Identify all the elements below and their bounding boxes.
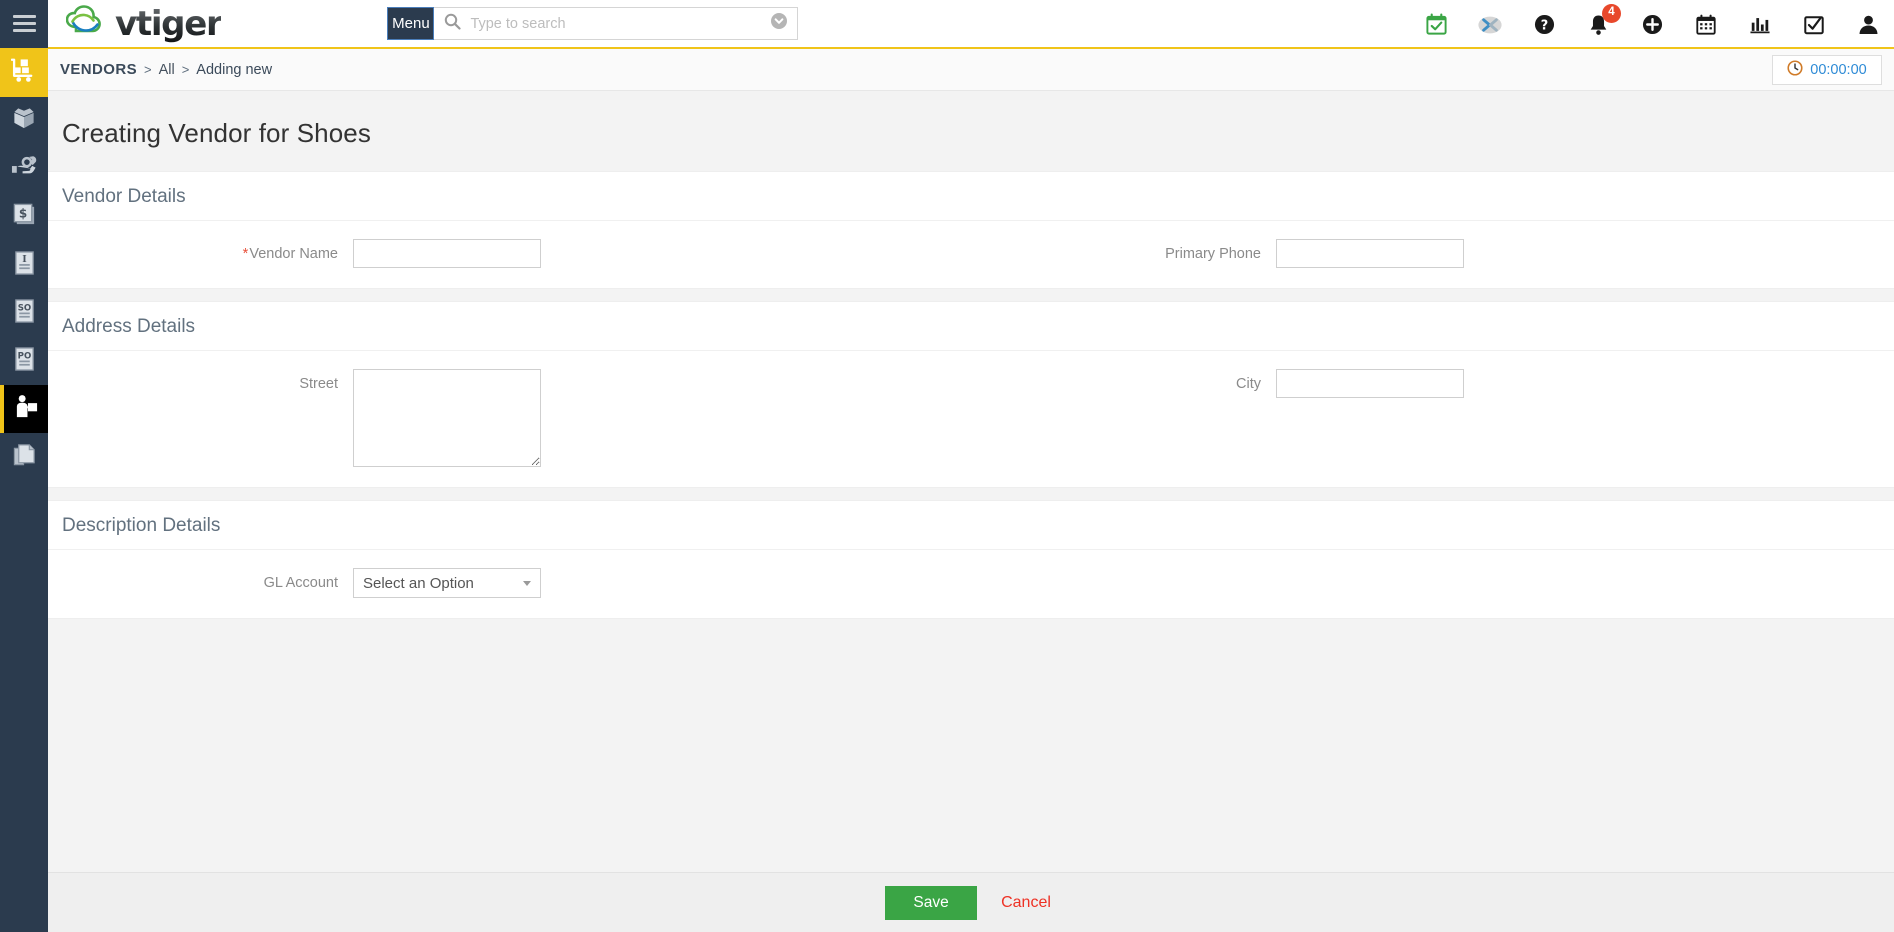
dollar-document-icon: $ — [12, 202, 37, 232]
breadcrumb-view[interactable]: All — [159, 62, 175, 78]
block-body-description-details: GL Account Select an Option — [48, 550, 1894, 618]
hand-wrench-icon — [11, 155, 38, 184]
open-box-icon — [11, 106, 37, 136]
label-street: Street — [299, 376, 338, 392]
svg-text:?: ? — [1540, 18, 1547, 33]
block-header-vendor-details: Vendor Details — [48, 172, 1894, 221]
label-text: Vendor Name — [249, 246, 338, 262]
todo-checkbox-icon[interactable] — [1802, 13, 1826, 37]
breadcrumb: VENDORS > All > Adding new — [60, 61, 272, 78]
breadcrumb-separator-icon: > — [181, 62, 190, 77]
svg-text:$: $ — [18, 206, 26, 220]
vtiger-cloud-logo-icon — [65, 5, 112, 42]
block-body-address-details: Street City — [48, 351, 1894, 487]
svg-text:I: I — [22, 254, 27, 265]
sidebar-item-documents[interactable] — [0, 433, 48, 481]
breadcrumb-module[interactable]: VENDORS — [60, 61, 137, 78]
breadcrumb-current: Adding new — [196, 61, 273, 78]
block-body-vendor-details: *Vendor Name Primary Phone — [48, 221, 1894, 288]
chevron-down-icon — [523, 580, 531, 586]
sidebar-item-vendors[interactable] — [0, 385, 48, 433]
form-row: GL Account Select an Option — [48, 568, 1894, 598]
vtiger-logo-text: vtiger — [115, 3, 223, 44]
form-col-left: *Vendor Name — [48, 239, 971, 268]
documents-icon — [12, 442, 37, 473]
sidebar-item-services[interactable] — [0, 145, 48, 193]
breadcrumb-bar: VENDORS > All > Adding new 00:00:00 — [48, 49, 1894, 91]
top-icon-tray: ? 4 — [1424, 0, 1880, 49]
notifications-bell-icon[interactable]: 4 — [1586, 3, 1621, 37]
primary-phone-input[interactable] — [1276, 239, 1464, 268]
hamburger-bar — [12, 22, 36, 25]
po-document-icon: PO — [13, 346, 36, 377]
calendar-check-icon[interactable] — [1424, 13, 1448, 37]
city-input[interactable] — [1276, 369, 1464, 398]
form-col-right: City — [971, 369, 1894, 467]
search-icon — [444, 13, 462, 35]
label-primary-phone: Primary Phone — [1165, 246, 1261, 262]
sidebar-item-products[interactable] — [0, 97, 48, 145]
search-input[interactable] — [468, 14, 772, 33]
form-action-bar: Save Cancel — [48, 872, 1894, 932]
content-spacer — [48, 631, 1894, 675]
time-tracker-widget[interactable]: 00:00:00 — [1772, 55, 1882, 85]
street-textarea[interactable] — [353, 369, 541, 467]
page-title: Creating Vendor for Shoes — [62, 118, 371, 148]
vendor-name-input[interactable] — [353, 239, 541, 268]
sidebar-item-price-books[interactable]: $ — [0, 193, 48, 241]
gl-account-select[interactable]: Select an Option — [353, 568, 541, 598]
breadcrumb-separator-icon: > — [143, 62, 152, 77]
block-vendor-details: Vendor Details *Vendor Name Primary Phon… — [48, 171, 1894, 289]
hamburger-bar — [12, 15, 36, 18]
form-col-left: Street — [48, 369, 971, 467]
block-description-details: Description Details GL Account Select an… — [48, 500, 1894, 619]
form-col-right: Primary Phone — [971, 239, 1894, 268]
sidebar-item-invoices[interactable]: I — [0, 241, 48, 289]
cancel-button[interactable]: Cancel — [995, 893, 1057, 913]
form-col-right-empty — [971, 568, 1894, 598]
calendar-icon[interactable] — [1694, 13, 1718, 37]
help-icon[interactable]: ? — [1532, 13, 1556, 37]
user-account-icon[interactable] — [1856, 13, 1880, 37]
clock-icon — [1787, 59, 1803, 81]
form-col-left: GL Account Select an Option — [48, 568, 971, 598]
required-asterisk: * — [242, 246, 249, 262]
timer-value: 00:00:00 — [1810, 62, 1867, 78]
sidebar-item-purchase-orders[interactable]: PO — [0, 337, 48, 385]
label-gl-account: GL Account — [263, 575, 338, 591]
gl-account-selected-value: Select an Option — [363, 574, 474, 592]
left-module-sidebar: $ I SO PO — [0, 49, 48, 932]
block-address-details: Address Details Street City — [48, 301, 1894, 488]
svg-text:SO: SO — [17, 303, 31, 313]
menu-button[interactable]: Menu — [387, 7, 435, 40]
so-document-icon: SO — [13, 298, 36, 329]
global-search-box[interactable] — [434, 7, 799, 40]
sidebar-item-inventory[interactable] — [0, 49, 48, 97]
block-header-address-details: Address Details — [48, 302, 1894, 351]
reports-chart-icon[interactable] — [1748, 13, 1772, 37]
main-content-area: VENDORS > All > Adding new 00:00:00 Crea… — [48, 49, 1894, 932]
form-row: Street City — [48, 369, 1894, 467]
search-options-chevron-down-icon[interactable] — [771, 13, 788, 34]
top-navigation-bar: vtiger Menu Type to search ? 4 — [0, 0, 1894, 49]
quick-create-plus-icon[interactable] — [1640, 13, 1664, 37]
svg-text:PO: PO — [17, 351, 31, 361]
form-row: *Vendor Name Primary Phone — [48, 239, 1894, 268]
save-button[interactable]: Save — [885, 885, 978, 920]
vtiger-logo[interactable]: vtiger — [65, 0, 223, 48]
label-vendor-name: *Vendor Name — [48, 239, 353, 262]
vendor-person-icon — [14, 394, 39, 424]
hamburger-menu-icon[interactable] — [0, 0, 48, 48]
label-city: City — [1236, 376, 1261, 392]
vtiger-conference-icon[interactable] — [1478, 13, 1502, 37]
hamburger-bar — [12, 29, 36, 32]
block-header-description-details: Description Details — [48, 501, 1894, 550]
invoice-document-icon: I — [13, 250, 36, 281]
delivery-cart-icon — [10, 58, 38, 88]
notification-count-badge: 4 — [1602, 3, 1621, 23]
sidebar-item-sales-orders[interactable]: SO — [0, 289, 48, 337]
